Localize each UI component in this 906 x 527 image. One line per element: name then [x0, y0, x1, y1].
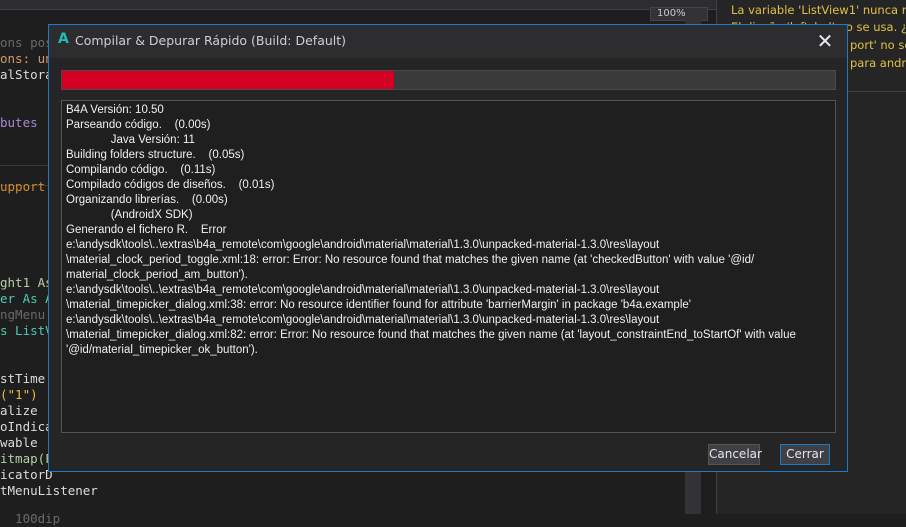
log-line: Compilando código. (0.11s): [66, 164, 216, 176]
compile-dialog: A Compilar & Depurar Rápido (Build: Defa…: [48, 24, 848, 472]
log-line: e:\andysdk\tools\..\extras\b4a_remote\co…: [66, 284, 660, 296]
log-line: '@id/material_timepicker_ok_button').: [66, 344, 258, 356]
code-line: ons: un: [0, 51, 53, 66]
log-line: material_clock_period_am_button').: [66, 269, 248, 281]
log-line: Parseando código. (0.00s): [66, 119, 211, 131]
log-line: Organizando librerías. (0.00s): [66, 194, 228, 206]
log-line: (AndroidX SDK): [66, 209, 193, 221]
code-line: ngMenu: [0, 307, 46, 322]
code-line: alStora: [0, 67, 53, 82]
b4a-logo-icon: A: [58, 31, 69, 47]
code-line: itmap(F: [0, 451, 53, 466]
code-line: icatorD: [0, 467, 53, 482]
log-line: Compilado códigos de diseños. (0.01s): [66, 179, 275, 191]
log-line: \material_clock_period_toggle.xml:18: er…: [66, 254, 755, 266]
code-line: wable: [0, 435, 38, 450]
close-button[interactable]: Cerrar: [780, 444, 830, 465]
warning-item[interactable]: port' no se u: [850, 38, 906, 52]
log-line: e:\andysdk\tools\..\extras\b4a_remote\co…: [66, 314, 660, 326]
code-line: butes: [0, 115, 38, 130]
code-line: stTime: [0, 371, 46, 386]
log-line: Generando el fichero R. Error: [66, 224, 227, 236]
code-line: tMenuListener: [0, 483, 98, 498]
log-line: B4A Versión: 10.50: [66, 104, 164, 116]
cancel-button[interactable]: Cancelar: [708, 444, 762, 465]
code-line: ght1 As: [0, 275, 53, 290]
code-line: ons pos: [0, 35, 53, 50]
code-line: s ListV: [0, 323, 53, 338]
dialog-title: Compilar & Depurar Rápido (Build: Defaul…: [75, 33, 347, 48]
log-line: Building folders structure. (0.05s): [66, 149, 245, 161]
log-line: \material_timepicker_dialog.xml:38: erro…: [66, 299, 691, 311]
code-line: upport.: [0, 179, 53, 194]
code-line: er As A: [0, 291, 53, 306]
log-line: \material_timepicker_dialog.xml:82: erro…: [66, 329, 796, 341]
progress-fill: [62, 71, 395, 89]
log-line: e:\andysdk\tools\..\extras\b4a_remote\co…: [66, 239, 660, 251]
close-icon[interactable]: ✕: [811, 27, 839, 55]
compile-log[interactable]: B4A Versión: 10.50 Parseando código. (0.0…: [61, 100, 836, 433]
progress-bar: [61, 70, 836, 90]
warning-item[interactable]: La variable 'ListView1' nunca recib: [731, 3, 906, 17]
log-line: Java Versión: 11: [66, 134, 195, 146]
code-line: ("1"): [0, 387, 38, 402]
code-line: 100dip: [0, 511, 61, 526]
code-line: alize: [0, 403, 38, 418]
dialog-titlebar[interactable]: A Compilar & Depurar Rápido (Build: Defa…: [49, 25, 847, 58]
code-line: oIndica: [0, 419, 53, 434]
warning-item[interactable]: para andro: [850, 56, 906, 70]
